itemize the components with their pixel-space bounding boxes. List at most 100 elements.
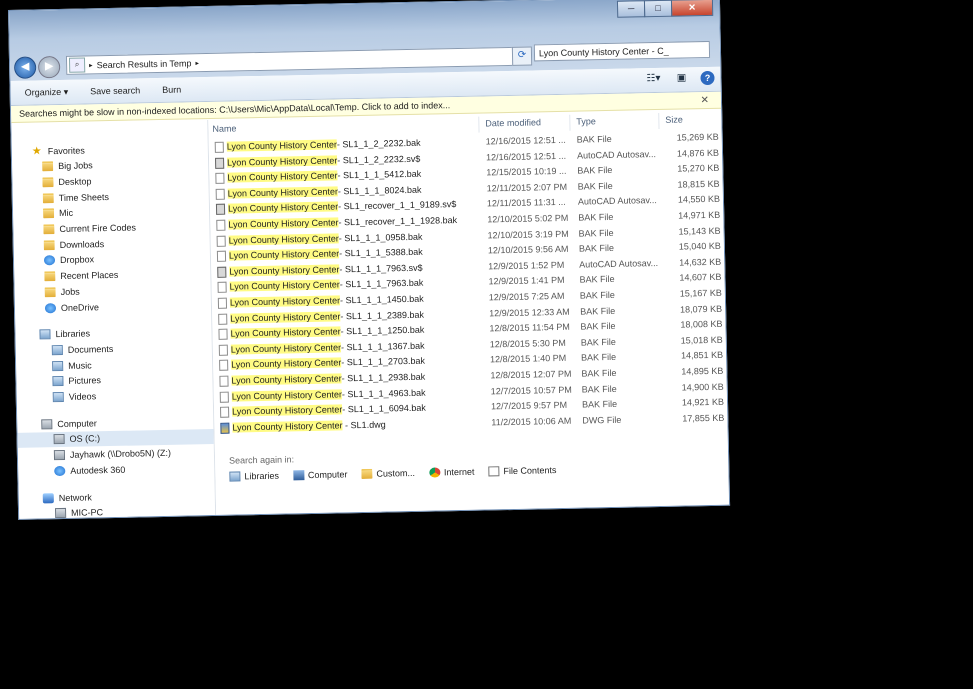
file-date: 12/7/2015 9:57 PM xyxy=(490,400,568,412)
file-date: 12/8/2015 1:40 PM xyxy=(490,353,567,365)
file-icon xyxy=(216,250,227,263)
file-name-rest: - SL1.dwg xyxy=(342,419,386,431)
file-name-rest: - SL1_1_2_2232.bak xyxy=(336,137,421,150)
sidebar-item-label: Recent Places xyxy=(60,269,119,282)
search-highlight: Lyon County History Center xyxy=(230,310,341,324)
file-icon xyxy=(218,344,228,356)
sidebar-item-label: Jobs xyxy=(60,286,80,297)
search-highlight: Lyon County History Center xyxy=(229,279,340,292)
file-type: DWG File xyxy=(582,414,622,426)
search-highlight: Lyon County History Center xyxy=(226,139,338,152)
file-date: 12/9/2015 1:41 PM xyxy=(488,275,565,287)
search-again-file-contents[interactable]: File Contents xyxy=(488,465,557,477)
libraries-icon xyxy=(229,471,241,482)
back-arrow-icon[interactable]: ◀ xyxy=(13,56,37,79)
sidebar-item-mic-pc[interactable]: MIC-PC xyxy=(19,503,215,520)
file-name-rest: - SL1_1_1_7963.sv$ xyxy=(339,262,423,275)
maximize-button[interactable]: □ xyxy=(643,0,673,18)
autosave-file-icon xyxy=(215,157,225,169)
column-header-name[interactable]: Name xyxy=(212,123,236,133)
sidebar-item-label: Documents xyxy=(67,343,114,355)
file-date: 12/10/2015 9:56 AM xyxy=(487,243,569,256)
file-name: Lyon County History Center- SL1_1_1_5412… xyxy=(227,169,421,183)
search-again-label-text: Custom... xyxy=(376,467,416,479)
file-size: 15,143 KB xyxy=(678,225,721,237)
search-again-targets: Libraries Computer Custom... Internet File C… xyxy=(229,465,570,482)
sidebar-item-autodesk-360[interactable]: Autodesk 360 xyxy=(18,460,214,479)
address-bar[interactable]: ⌕ ▸ Search Results in Temp ▸ ▼ xyxy=(65,46,531,75)
file-date: 12/10/2015 3:19 PM xyxy=(487,228,569,241)
search-input[interactable]: Lyon County History Center - C_ xyxy=(533,40,711,62)
sidebar-item-label: Videos xyxy=(68,391,97,402)
search-again-custom[interactable]: Custom... xyxy=(361,468,415,479)
chrome-icon xyxy=(428,467,441,478)
sidebar-item-videos[interactable]: Videos xyxy=(17,386,213,405)
help-icon[interactable]: ? xyxy=(700,70,715,86)
view-options-icon[interactable]: ☷▾ xyxy=(644,72,662,86)
column-header-type[interactable]: Type xyxy=(576,116,596,126)
file-size: 18,079 KB xyxy=(679,303,723,315)
sidebar-item-onedrive[interactable]: OneDrive xyxy=(15,297,211,316)
folder-icon xyxy=(361,468,373,479)
search-again-libraries[interactable]: Libraries xyxy=(229,471,279,482)
cloud-icon xyxy=(43,255,56,266)
file-date: 12/9/2015 12:33 AM xyxy=(489,306,570,318)
file-date: 12/16/2015 12:51 ... xyxy=(485,150,567,163)
breadcrumb-separator-icon: ▸ xyxy=(89,61,93,69)
search-highlight: Lyon County History Center xyxy=(226,155,338,168)
file-icon xyxy=(216,219,226,231)
sidebar-item-label: Dropbox xyxy=(59,254,95,266)
file-size: 17,855 KB xyxy=(682,412,725,424)
file-icon xyxy=(219,360,229,372)
sidebar-item-label: Mic xyxy=(58,208,74,219)
organize-button[interactable]: Organize ▾ xyxy=(25,86,69,98)
breadcrumb[interactable]: Search Results in Temp xyxy=(97,58,192,70)
file-type: BAK File xyxy=(577,165,613,176)
file-name-rest: - SL1_1_2_2232.sv$ xyxy=(337,153,421,166)
search-highlight: Lyon County History Center xyxy=(230,342,342,355)
library-icon xyxy=(39,329,51,340)
file-size: 18,008 KB xyxy=(680,318,723,330)
navigation-pane: ★ Favorites Big Jobs Desktop Time Sheets Mic C… xyxy=(11,120,217,520)
dwg-file-icon xyxy=(220,422,230,434)
preview-pane-icon[interactable]: ▣ xyxy=(672,71,690,85)
refresh-icon[interactable]: ⟳ xyxy=(511,46,533,66)
file-size: 15,270 KB xyxy=(677,162,720,174)
search-again-internet[interactable]: Internet xyxy=(428,467,475,478)
file-name: Lyon County History Center- SL1_1_1_7963… xyxy=(229,262,423,277)
library-icon xyxy=(52,360,64,371)
column-divider[interactable] xyxy=(658,112,660,129)
folder-icon xyxy=(43,239,55,251)
file-type: BAK File xyxy=(580,352,617,363)
file-type: BAK File xyxy=(579,289,615,301)
file-date: 12/10/2015 5:02 PM xyxy=(487,212,569,225)
search-folder-icon: ⌕ xyxy=(68,57,86,73)
file-type: BAK File xyxy=(578,227,614,239)
computer-icon xyxy=(292,470,305,481)
search-again-computer[interactable]: Computer xyxy=(292,469,348,481)
minimize-button[interactable]: ─ xyxy=(616,0,646,18)
file-name-rest: - SL1_1_1_4963.bak xyxy=(341,387,426,399)
burn-button[interactable]: Burn xyxy=(162,85,181,95)
search-highlight: Lyon County History Center xyxy=(231,357,342,370)
column-header-date[interactable]: Date modified xyxy=(485,117,541,128)
column-divider[interactable] xyxy=(478,116,480,133)
close-button[interactable]: ✕ xyxy=(670,0,714,17)
forward-arrow-icon[interactable]: ▶ xyxy=(37,55,61,79)
file-type: BAK File xyxy=(581,367,617,379)
folder-icon xyxy=(42,177,54,188)
file-type: BAK File xyxy=(581,399,618,410)
file-name: Lyon County History Center- SL1_recover_… xyxy=(228,215,457,230)
cloud-icon xyxy=(44,302,57,313)
search-highlight: Lyon County History Center xyxy=(232,404,343,417)
view-controls: ☷▾ ▣ ? xyxy=(634,70,715,87)
save-search-button[interactable]: Save search xyxy=(90,85,140,96)
search-highlight: Lyon County History Center xyxy=(227,201,339,215)
column-header-size[interactable]: Size xyxy=(665,114,683,124)
sidebar-item-label: MIC-PC xyxy=(71,507,104,519)
column-divider[interactable] xyxy=(569,114,571,131)
file-name-rest: - SL1_1_1_7963.bak xyxy=(339,278,424,290)
close-icon[interactable]: ✕ xyxy=(700,92,709,109)
drive-icon xyxy=(53,450,66,461)
search-highlight: Lyon County History Center xyxy=(232,420,343,433)
